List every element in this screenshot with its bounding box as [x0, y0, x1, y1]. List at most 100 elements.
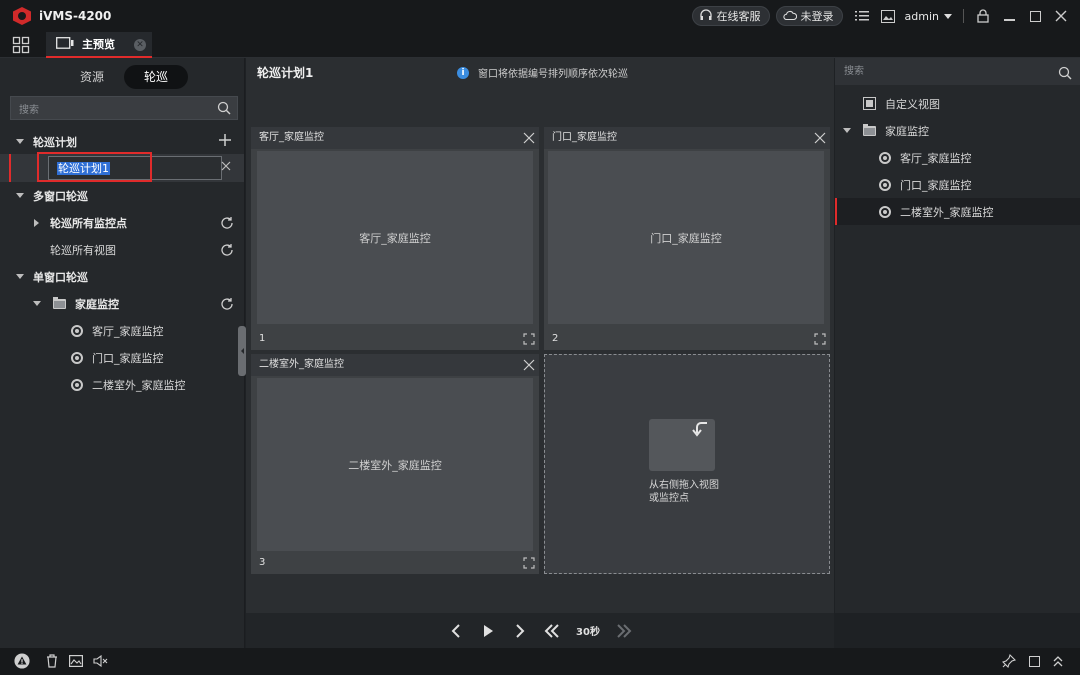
- tree-label: 家庭监控: [75, 297, 119, 311]
- online-service-button[interactable]: 在线客服: [691, 6, 770, 26]
- view-close-icon[interactable]: [523, 359, 535, 371]
- speed-up-icon[interactable]: [614, 621, 634, 641]
- plan-title: 轮巡计划1: [257, 66, 314, 80]
- drop-placeholder-icon: [649, 419, 715, 471]
- tab-patrol[interactable]: 轮巡: [124, 65, 188, 89]
- tab-resources[interactable]: 资源: [60, 65, 124, 89]
- login-status-button[interactable]: 未登录: [775, 6, 843, 26]
- view-body: 二楼室外_家庭监控: [257, 378, 533, 551]
- maximize-icon[interactable]: [1024, 5, 1046, 27]
- play-icon[interactable]: [478, 621, 498, 641]
- search-icon[interactable]: [217, 101, 231, 115]
- view-window-1[interactable]: 客厅_家庭监控 客厅_家庭监控 1: [251, 127, 539, 350]
- window-mode-icon[interactable]: [1026, 653, 1042, 669]
- camera-icon: [71, 351, 83, 364]
- snapshot-icon[interactable]: [68, 653, 84, 669]
- tree-patrol-plan[interactable]: 轮巡计划: [0, 128, 244, 155]
- search-placeholder: 搜索: [19, 104, 39, 116]
- previous-icon[interactable]: [446, 621, 466, 641]
- tree-label: 门口_家庭监控: [900, 178, 972, 192]
- tab-close-icon[interactable]: ✕: [134, 39, 146, 51]
- tab-bar: 主预览 ✕: [0, 32, 1080, 58]
- expand-arrow-icon[interactable]: [16, 193, 24, 198]
- view-number: 3: [259, 557, 266, 568]
- info-icon: i: [457, 66, 469, 79]
- segmented-control: 资源 轮巡: [60, 65, 188, 89]
- divider: [963, 9, 964, 23]
- next-icon[interactable]: [510, 621, 530, 641]
- alarm-warning-icon[interactable]: [14, 653, 30, 669]
- tree-label: 客厅_家庭监控: [92, 324, 164, 338]
- module-grid-icon[interactable]: [12, 36, 30, 54]
- image-icon[interactable]: [877, 5, 899, 27]
- view-header: 门口_家庭监控: [544, 127, 830, 149]
- tree-folder-home[interactable]: 家庭监控: [835, 117, 1080, 144]
- lock-icon[interactable]: [972, 5, 994, 27]
- tree-all-cameras[interactable]: 轮巡所有监控点: [0, 209, 244, 236]
- drop-zone[interactable]: 从右侧拖入视图 或监控点: [544, 354, 830, 574]
- tree-camera-item[interactable]: 客厅_家庭监控: [0, 317, 244, 344]
- camera-icon: [879, 151, 891, 164]
- camera-item-selected[interactable]: 二楼室外_家庭监控: [835, 198, 1080, 225]
- tree-single-window[interactable]: 单窗口轮巡: [0, 263, 244, 290]
- tree-camera-item[interactable]: 二楼室外_家庭监控: [0, 371, 244, 398]
- view-close-icon[interactable]: [814, 132, 826, 144]
- view-body: 门口_家庭监控: [548, 151, 824, 324]
- tab-main-preview[interactable]: 主预览 ✕: [46, 32, 152, 58]
- camera-icon: [879, 205, 891, 218]
- expand-arrow-icon[interactable]: [33, 301, 41, 306]
- collapse-arrow-icon[interactable]: [34, 218, 39, 227]
- monitor-icon: [56, 36, 74, 52]
- user-dropdown-icon[interactable]: [941, 5, 955, 27]
- mute-icon[interactable]: [93, 653, 109, 669]
- refresh-icon[interactable]: [220, 243, 234, 257]
- info-message: i 窗口将依据编号排列顺序依次轮巡: [457, 65, 628, 80]
- username[interactable]: admin: [905, 10, 939, 23]
- folder-icon: [863, 123, 876, 136]
- expand-arrow-icon[interactable]: [16, 274, 24, 279]
- fullscreen-icon[interactable]: [814, 333, 826, 345]
- tree-label: 多窗口轮巡: [33, 189, 88, 203]
- tree-folder-home[interactable]: 家庭监控: [0, 290, 244, 317]
- camera-item[interactable]: 客厅_家庭监控: [835, 144, 1080, 171]
- left-panel: 资源 轮巡 搜索 轮巡计划 轮巡计划1 多窗口轮巡 轮巡所有监控点 轮巡所有视图…: [0, 58, 245, 648]
- view-window-3[interactable]: 二楼室外_家庭监控 二楼室外_家庭监控 3: [251, 354, 539, 574]
- tree-label: 客厅_家庭监控: [900, 151, 972, 165]
- view-icon: [863, 97, 876, 110]
- right-search-input[interactable]: 搜索: [835, 58, 1080, 85]
- minimize-icon[interactable]: [998, 5, 1020, 27]
- view-close-icon[interactable]: [523, 132, 535, 144]
- refresh-icon[interactable]: [220, 297, 234, 311]
- list-menu-icon[interactable]: [851, 5, 873, 27]
- slow-down-icon[interactable]: [542, 621, 562, 641]
- tree-label: 二楼室外_家庭监控: [900, 205, 994, 219]
- login-status-label: 未登录: [800, 10, 834, 23]
- refresh-icon[interactable]: [220, 216, 234, 230]
- fullscreen-icon[interactable]: [523, 557, 535, 569]
- headset-icon: [699, 9, 713, 23]
- panel-collapse-handle[interactable]: [238, 326, 246, 376]
- clear-input-icon[interactable]: [220, 160, 232, 172]
- tree-label: 轮巡计划: [33, 135, 77, 149]
- view-window-2[interactable]: 门口_家庭监控 门口_家庭监控 2: [544, 127, 830, 350]
- tree-label: 门口_家庭监控: [92, 351, 164, 365]
- close-icon[interactable]: [1050, 5, 1072, 27]
- pin-icon[interactable]: [1001, 653, 1017, 669]
- expand-up-icon[interactable]: [1050, 653, 1066, 669]
- tree-label: 二楼室外_家庭监控: [92, 378, 186, 392]
- annotation-highlight-box: [37, 152, 152, 182]
- camera-item[interactable]: 门口_家庭监控: [835, 171, 1080, 198]
- custom-view-item[interactable]: 自定义视图: [835, 90, 1080, 117]
- camera-icon: [71, 324, 83, 337]
- tree-camera-item[interactable]: 门口_家庭监控: [0, 344, 244, 371]
- drop-hint-line: 或监控点: [649, 493, 689, 504]
- tree-all-views[interactable]: 轮巡所有视图: [0, 236, 244, 263]
- fullscreen-icon[interactable]: [523, 333, 535, 345]
- search-icon[interactable]: [1058, 64, 1072, 80]
- tree-multi-window[interactable]: 多窗口轮巡: [0, 182, 244, 209]
- left-search-input[interactable]: 搜索: [10, 96, 238, 120]
- expand-arrow-icon[interactable]: [843, 128, 851, 133]
- expand-arrow-icon[interactable]: [16, 139, 24, 144]
- add-plan-icon[interactable]: [218, 133, 232, 150]
- trash-icon[interactable]: [44, 653, 60, 669]
